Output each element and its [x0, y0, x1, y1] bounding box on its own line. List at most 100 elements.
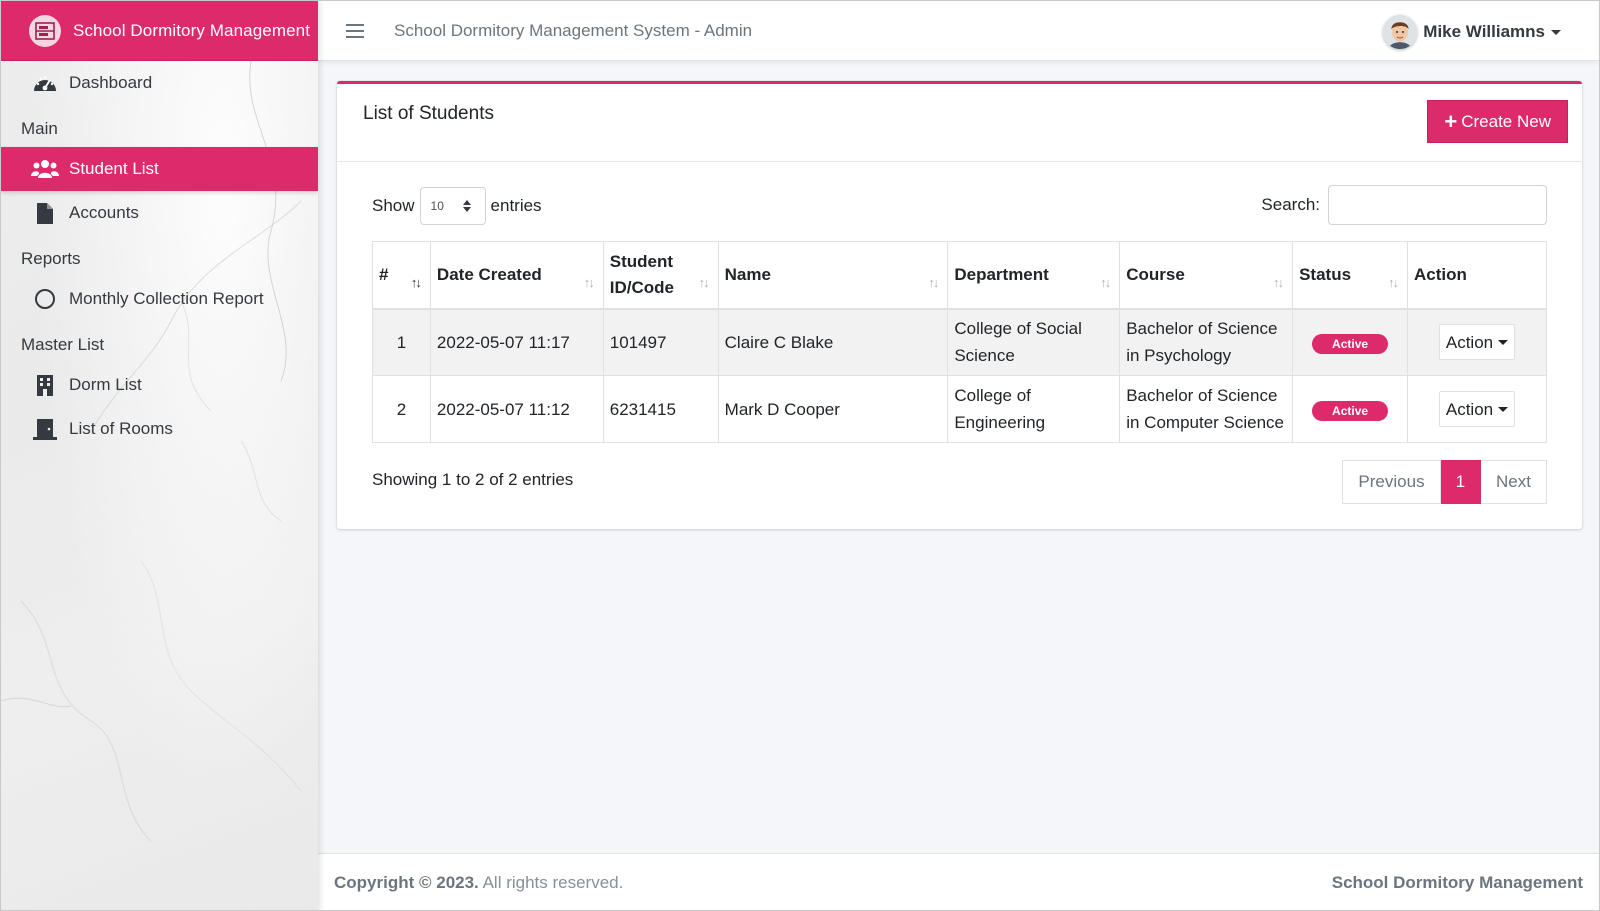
student-list-card: List of Students + Create New Show 10 en…	[337, 81, 1582, 529]
section-header-reports: Reports	[21, 249, 81, 268]
page-title: List of Students	[363, 103, 494, 124]
dormitory-logo-icon	[29, 14, 61, 47]
sort-updown-icon	[462, 200, 471, 212]
students-table: # ↑↓ Date Created ↑↓ Student ID/Code ↑↓ Name…	[372, 241, 1547, 443]
search-label: Search:	[1261, 195, 1320, 214]
sidebar-item-list-of-rooms[interactable]: List of Rooms	[1, 407, 318, 451]
users-icon	[31, 159, 59, 179]
pagination: Previous 1 Next	[1342, 460, 1547, 504]
sort-icon: ↑↓	[698, 275, 710, 290]
row-department: College of Social Science	[947, 308, 1121, 376]
sidebar-nav: Dashboard Main Student List Accounts Rep…	[1, 61, 318, 451]
sidebar-item-student-list[interactable]: Student List	[1, 147, 318, 191]
row-number: 1	[372, 308, 431, 376]
status-badge: Active	[1312, 400, 1389, 421]
sidebar-item-dashboard[interactable]: Dashboard	[1, 61, 318, 105]
chevron-down-icon	[1551, 29, 1561, 35]
sidebar: School Dormitory Management Dashboard Ma…	[1, 1, 318, 910]
footer-app-name: School Dormitory Management	[1331, 873, 1583, 892]
sidebar-item-label: List of Rooms	[69, 419, 173, 438]
action-label: Action	[1445, 332, 1494, 352]
previous-page-button[interactable]: Previous	[1342, 460, 1441, 504]
row-student-id: 6231415	[602, 375, 719, 443]
column-header-department[interactable]: Department ↑↓	[947, 241, 1121, 310]
table-controls: Show 10 entries Search:	[372, 185, 1547, 227]
row-date-created: 2022-05-07 11:17	[429, 308, 604, 376]
page-length-value: 10	[430, 199, 444, 213]
row-course: Bachelor of Science in Psychology	[1119, 308, 1294, 376]
column-header-action: Action	[1407, 241, 1547, 310]
brand-link[interactable]: School Dormitory Management	[1, 1, 318, 61]
building-icon	[31, 374, 59, 396]
row-number: 2	[372, 375, 431, 443]
door-icon	[31, 418, 59, 440]
next-page-button[interactable]: Next	[1481, 460, 1547, 504]
page-length-select[interactable]: 10	[419, 187, 486, 225]
sidebar-item-label: Student List	[69, 159, 159, 178]
column-header-student-id[interactable]: Student ID/Code ↑↓	[602, 241, 719, 310]
sort-icon: ↑↓	[1273, 275, 1284, 290]
row-status: Active	[1292, 375, 1409, 443]
file-icon	[31, 202, 59, 224]
table-info: Showing 1 to 2 of 2 entries	[372, 470, 574, 489]
sort-icon: ↑↓	[1388, 275, 1399, 290]
sidebar-item-dorm-list[interactable]: Dorm List	[1, 363, 318, 407]
entries-label: entries	[490, 196, 542, 215]
show-label: Show	[372, 196, 415, 215]
sort-ascending-icon: ↑↓	[410, 275, 422, 290]
action-dropdown-button[interactable]: Action	[1438, 324, 1516, 361]
table-header-row: # ↑↓ Date Created ↑↓ Student ID/Code ↑↓ Name…	[372, 241, 1547, 310]
sidebar-item-label: Dashboard	[69, 73, 153, 92]
status-badge: Active	[1312, 333, 1389, 354]
column-header-name[interactable]: Name ↑↓	[717, 241, 949, 310]
sidebar-item-label: Dorm List	[69, 375, 142, 394]
sidebar-item-monthly-report[interactable]: Monthly Collection Report	[1, 277, 318, 321]
row-course: Bachelor of Science in Computer Science	[1119, 375, 1294, 443]
sort-icon: ↑↓	[1100, 275, 1111, 290]
chevron-down-icon	[1498, 339, 1509, 345]
chevron-down-icon	[1498, 406, 1509, 412]
sidebar-item-label: Monthly Collection Report	[69, 289, 264, 308]
create-new-button[interactable]: + Create New	[1427, 100, 1568, 143]
column-header-date-created[interactable]: Date Created ↑↓	[429, 241, 604, 310]
create-new-label: Create New	[1461, 111, 1551, 131]
top-navbar: School Dormitory Management System - Adm…	[318, 1, 1599, 61]
row-date-created: 2022-05-07 11:12	[429, 375, 604, 443]
table-row: 1 2022-05-07 11:17 101497 Claire C Blake…	[372, 308, 1547, 376]
sort-icon: ↑↓	[928, 275, 939, 290]
column-header-course[interactable]: Course ↑↓	[1119, 241, 1294, 310]
table-row: 2 2022-05-07 11:12 6231415 Mark D Cooper…	[372, 375, 1547, 443]
action-dropdown-button[interactable]: Action	[1438, 391, 1516, 427]
row-action: Action	[1407, 308, 1547, 376]
app-window: School Dormitory Management Dashboard Ma…	[0, 0, 1600, 911]
copyright-bold: Copyright © 2023.	[334, 873, 479, 892]
column-header-number[interactable]: # ↑↓	[372, 241, 431, 310]
row-action: Action	[1407, 375, 1547, 443]
sidebar-item-label: Accounts	[69, 203, 139, 222]
footer-copyright: Copyright © 2023. All rights reserved.	[334, 873, 623, 893]
section-header-main: Main	[21, 119, 58, 138]
user-name: Mike Williamns	[1423, 22, 1545, 41]
user-menu[interactable]: Mike Williamns	[1383, 15, 1561, 49]
copyright-rest: All rights reserved.	[478, 873, 624, 892]
sort-icon: ↑↓	[583, 275, 595, 290]
row-department: College of Engineering	[947, 375, 1121, 443]
search-control: Search:	[1261, 185, 1547, 225]
page-button-current[interactable]: 1	[1440, 460, 1482, 504]
hamburger-icon[interactable]	[346, 23, 364, 38]
circle-icon	[31, 288, 59, 310]
card-header: List of Students + Create New	[337, 84, 1582, 162]
avatar	[1383, 15, 1418, 49]
brand-title: School Dormitory Management	[73, 20, 311, 40]
row-status: Active	[1292, 308, 1409, 376]
section-header-master-list: Master List	[21, 335, 105, 354]
column-header-status[interactable]: Status ↑↓	[1292, 241, 1409, 310]
footer: Copyright © 2023. All rights reserved. S…	[318, 853, 1599, 910]
system-title: School Dormitory Management System - Adm…	[394, 20, 753, 40]
row-name: Claire C Blake	[717, 308, 949, 376]
sidebar-item-accounts[interactable]: Accounts	[1, 191, 318, 235]
action-label: Action	[1445, 399, 1494, 419]
row-name: Mark D Cooper	[717, 375, 949, 443]
row-student-id: 101497	[602, 308, 719, 376]
search-input[interactable]	[1328, 185, 1547, 225]
